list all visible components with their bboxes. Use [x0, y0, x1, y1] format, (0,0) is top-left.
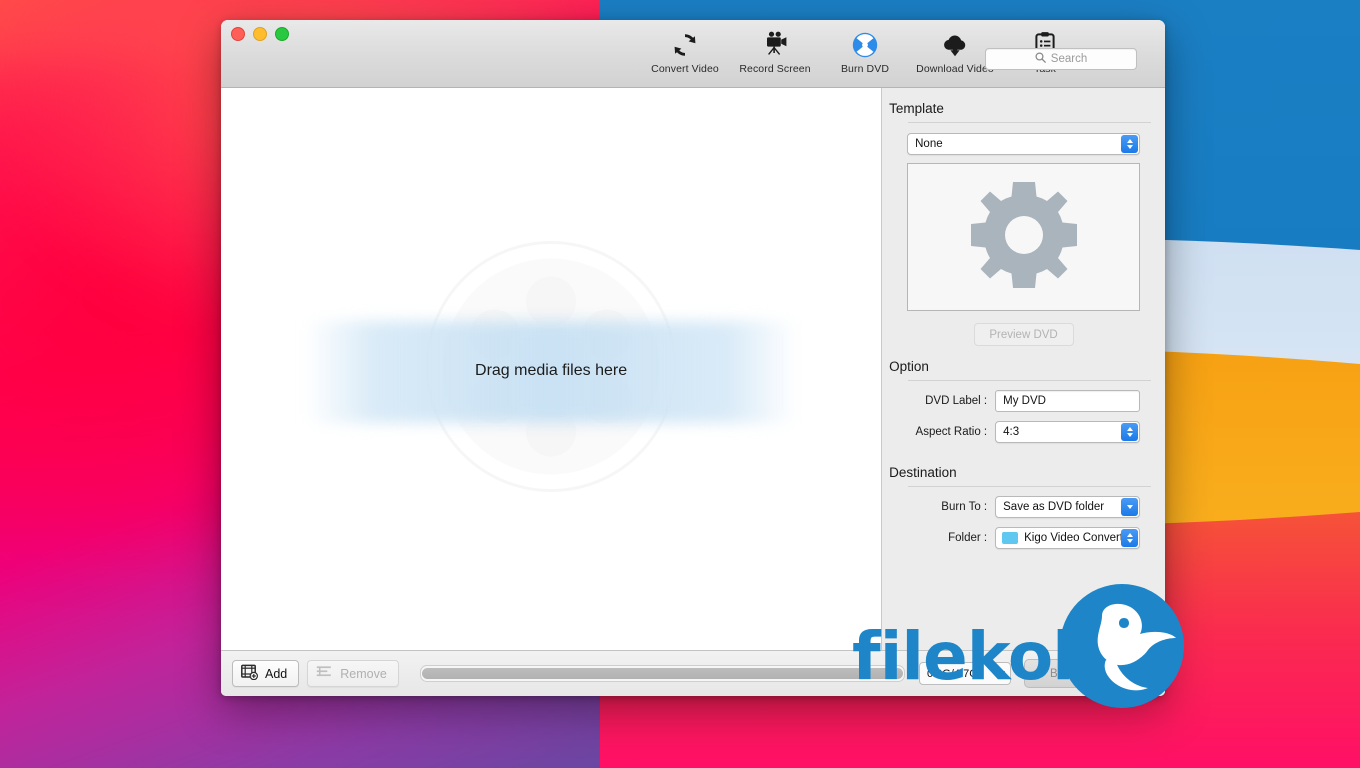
search-icon	[1035, 50, 1046, 68]
capacity-bar-fill	[421, 668, 903, 679]
template-section-title: Template	[889, 101, 944, 116]
remove-button[interactable]: Remove	[307, 660, 399, 687]
burn-to-caption: Burn To :	[941, 501, 988, 513]
dvd-label-row: DVD Label : My DVD	[882, 390, 1140, 412]
dropzone-label: Drag media files here	[475, 362, 628, 379]
add-button-label: Add	[265, 666, 288, 681]
right-sidebar: Template None Preview DVD Option DVD Lab…	[882, 88, 1165, 650]
chevron-updown-icon	[1121, 423, 1138, 441]
burn-disc-icon	[851, 30, 879, 60]
folder-icon	[1002, 532, 1019, 544]
convert-refresh-icon	[672, 30, 698, 60]
cloud-download-icon	[940, 30, 970, 60]
burn-to-select[interactable]: Save as DVD folder	[995, 496, 1140, 518]
template-select-value: None	[915, 138, 943, 150]
folder-select[interactable]: Kigo Video Converte...	[995, 527, 1140, 549]
toolbar-item-record-screen[interactable]: Record Screen	[730, 30, 820, 75]
capacity-select[interactable]: 0.0G/4.7G	[919, 662, 1011, 685]
desktop-wallpaper: Convert Video Record Screen Burn DVD Dow…	[0, 0, 1360, 768]
toolbar-label: Burn DVD	[840, 63, 890, 75]
window-traffic-lights	[231, 27, 289, 41]
aspect-ratio-select[interactable]: 4:3	[995, 421, 1140, 443]
window-titlebar: Convert Video Record Screen Burn DVD Dow…	[221, 20, 1165, 88]
toolbar-label: Record Screen	[739, 63, 811, 75]
toolbar-label: Download Video	[916, 63, 994, 75]
burn-to-row: Burn To : Save as DVD folder	[882, 496, 1140, 518]
chevron-updown-icon	[1121, 135, 1138, 153]
toolbar-item-burn-dvd[interactable]: Burn DVD	[820, 30, 910, 75]
dvd-label-caption: DVD Label :	[925, 395, 988, 407]
option-section-title: Option	[889, 359, 929, 374]
burn-to-value: Save as DVD folder	[1003, 501, 1105, 513]
destination-section-title: Destination	[889, 465, 957, 480]
remove-button-label: Remove	[340, 666, 387, 681]
close-button[interactable]	[231, 27, 245, 41]
folder-caption: Folder :	[948, 532, 988, 544]
video-camera-icon	[760, 30, 790, 60]
burn-dvd-now-button[interactable]: Burn DVD Now	[1024, 659, 1154, 688]
section-divider	[908, 122, 1151, 123]
section-divider	[908, 380, 1151, 381]
chevron-down-icon	[997, 671, 1005, 676]
capacity-value: 0.0G/4.7G	[927, 667, 978, 680]
window-body: Drag media files here Template None Prev…	[221, 88, 1165, 650]
chevron-updown-icon	[1121, 529, 1138, 547]
aspect-ratio-row: Aspect Ratio : 4:3	[882, 421, 1140, 443]
gear-icon	[965, 176, 1083, 299]
toolbar-item-convert-video[interactable]: Convert Video	[640, 30, 730, 75]
search-placeholder: Search	[1050, 53, 1088, 65]
folder-row: Folder : Kigo Video Converte...	[882, 527, 1140, 549]
zoom-button[interactable]	[275, 27, 289, 41]
add-button[interactable]: Add	[232, 660, 300, 687]
aspect-ratio-value: 4:3	[1003, 426, 1020, 438]
section-divider	[908, 486, 1151, 487]
aspect-ratio-caption: Aspect Ratio :	[915, 426, 988, 438]
chevron-down-icon	[1121, 498, 1138, 516]
dvd-label-input[interactable]: My DVD	[995, 390, 1140, 412]
media-dropzone[interactable]: Drag media files here	[221, 88, 883, 650]
remove-media-icon	[316, 665, 333, 683]
bottom-toolbar: Add Remove 0.0G/4.7G Burn DVD Now	[221, 650, 1165, 696]
app-window: Convert Video Record Screen Burn DVD Dow…	[221, 20, 1165, 696]
add-media-icon	[241, 664, 259, 683]
toolbar-label: Convert Video	[651, 63, 719, 75]
capacity-bar	[419, 665, 905, 682]
template-select[interactable]: None	[907, 133, 1140, 155]
minimize-button[interactable]	[253, 27, 267, 41]
preview-dvd-button[interactable]: Preview DVD	[973, 323, 1074, 346]
template-preview-box	[907, 163, 1140, 311]
search-input[interactable]: Search	[985, 48, 1137, 70]
